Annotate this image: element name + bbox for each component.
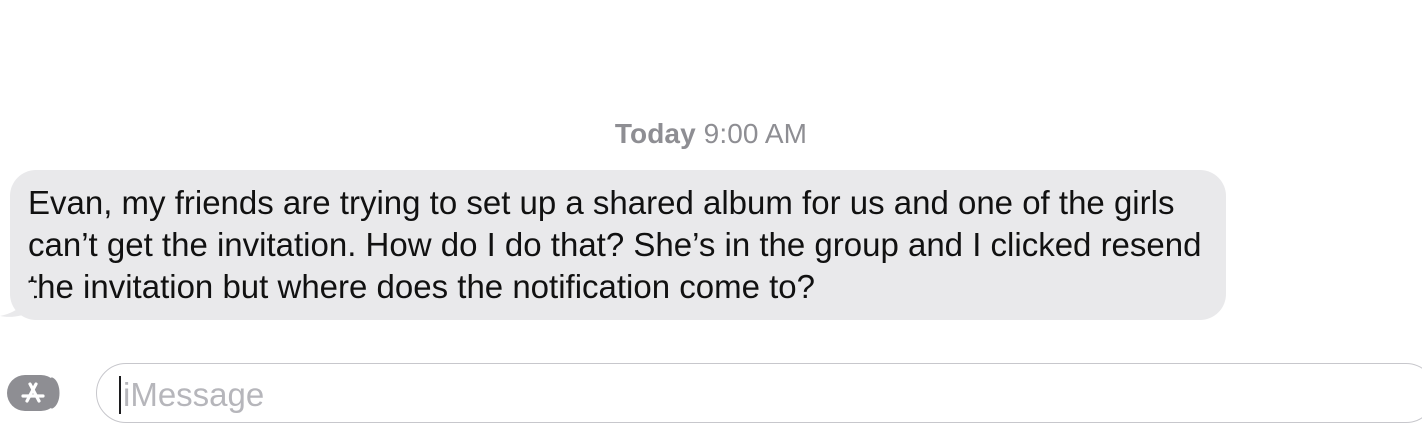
timestamp-time: 9:00 AM	[703, 118, 808, 149]
message-timestamp: Today 9:00 AM	[0, 118, 1422, 150]
apps-button[interactable]	[7, 375, 67, 411]
timestamp-day: Today	[614, 118, 696, 149]
composer-bar: iMessage	[0, 362, 1422, 428]
text-caret	[119, 376, 121, 414]
app-store-icon	[7, 375, 60, 411]
imessage-placeholder: iMessage	[123, 376, 265, 413]
bubble-tail-icon	[0, 282, 34, 317]
message-thread: Today 9:00 AM Evan, my friends are tryin…	[0, 0, 1422, 438]
message-bubble[interactable]: Evan, my friends are trying to set up a …	[10, 170, 1226, 320]
incoming-message[interactable]: Evan, my friends are trying to set up a …	[0, 170, 1226, 320]
imessage-input[interactable]: iMessage	[96, 363, 1422, 423]
